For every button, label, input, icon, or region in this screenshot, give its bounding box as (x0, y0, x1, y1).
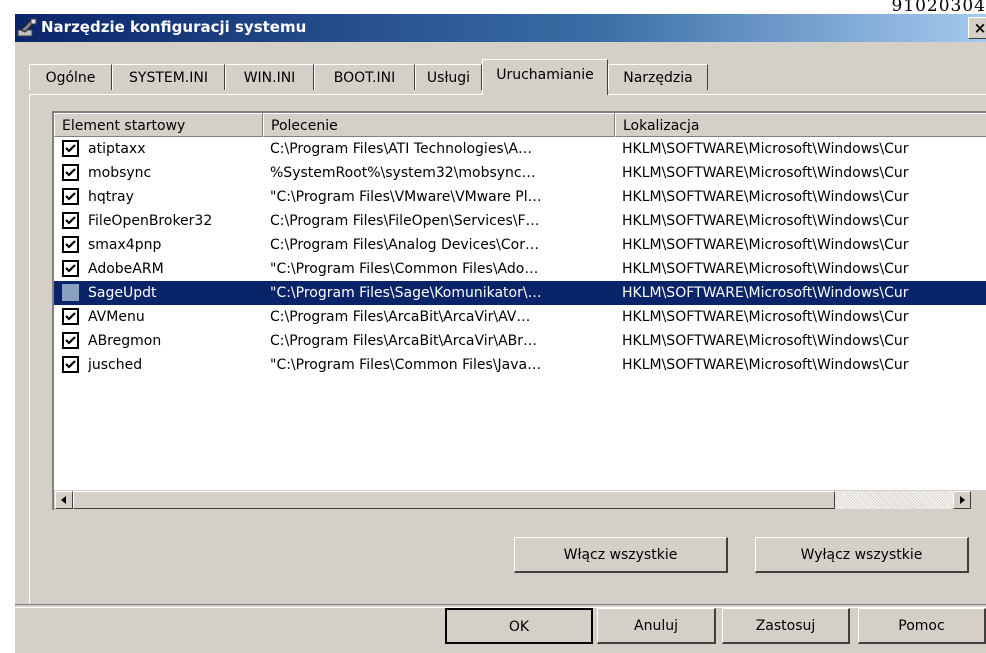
tab-startup[interactable]: Uruchamianie (482, 59, 608, 95)
startup-checkbox[interactable] (62, 140, 79, 157)
arrow-right-icon (960, 496, 965, 504)
scroll-left-button[interactable] (55, 491, 73, 509)
startup-checkbox[interactable] (62, 332, 79, 349)
cancel-button[interactable]: Anuluj (597, 608, 716, 644)
cell-startup-item: AVMenu (88, 309, 145, 325)
cell-startup-item: AdobeARM (88, 261, 164, 277)
enable-all-button[interactable]: Włącz wszystkie (514, 537, 728, 573)
tab-system-ini[interactable]: SYSTEM.INI (112, 64, 225, 90)
table-row[interactable]: AVMenu C:\Program Files\ArcaBit\ArcaVir\… (54, 305, 986, 329)
cell-location: HKLM\SOFTWARE\Microsoft\Windows\Cur (622, 165, 909, 181)
tab-tools[interactable]: Narzędzia (608, 64, 708, 90)
close-button[interactable]: × (968, 17, 986, 39)
cell-location: HKLM\SOFTWARE\Microsoft\Windows\Cur (622, 357, 909, 373)
startup-checkbox[interactable] (62, 260, 79, 277)
window-title: Narzędzie konfiguracji systemu (41, 18, 307, 36)
table-row[interactable]: mobsync %SystemRoot%\system32\mobsync… H… (54, 161, 986, 185)
help-button[interactable]: Pomoc (858, 608, 986, 644)
cell-location: HKLM\SOFTWARE\Microsoft\Windows\Cur (622, 189, 909, 205)
table-row[interactable]: jusched "C:\Program Files\Common Files\J… (54, 353, 986, 377)
cell-location: HKLM\SOFTWARE\Microsoft\Windows\Cur (622, 237, 909, 253)
cell-location: HKLM\SOFTWARE\Microsoft\Windows\Cur (622, 333, 909, 349)
startup-checkbox[interactable] (62, 164, 79, 181)
column-header-startup-item[interactable]: Element startowy (54, 113, 263, 137)
table-row[interactable]: ABregmon C:\Program Files\ArcaBit\ArcaVi… (54, 329, 986, 353)
app-icon (17, 18, 39, 38)
table-row[interactable]: atiptaxx C:\Program Files\ATI Technologi… (54, 137, 986, 161)
arrow-left-icon (61, 496, 66, 504)
cell-command: C:\Program Files\ArcaBit\ArcaVir\ABr… (270, 333, 538, 349)
column-header-command[interactable]: Polecenie (263, 113, 615, 137)
cell-location: HKLM\SOFTWARE\Microsoft\Windows\Cur (622, 141, 909, 157)
cell-startup-item: SageUpdt (88, 285, 157, 301)
apply-button[interactable]: Zastosuj (722, 608, 850, 644)
cell-startup-item: smax4pnp (88, 237, 162, 253)
cell-startup-item: FileOpenBroker32 (88, 213, 213, 229)
cell-command: "C:\Program Files\Sage\Komunikator\… (270, 285, 542, 301)
disable-all-button[interactable]: Wyłącz wszystkie (755, 537, 969, 573)
cell-command: "C:\Program Files\Common Files\Ado… (270, 261, 539, 277)
cell-startup-item: ABregmon (88, 333, 162, 349)
cell-command: C:\Program Files\Analog Devices\Cor… (270, 237, 539, 253)
column-header-location[interactable]: Lokalizacja (615, 113, 986, 137)
startup-checkbox[interactable] (62, 308, 79, 325)
cell-command: "C:\Program Files\VMware\VMware Pl… (270, 189, 542, 205)
tab-services[interactable]: Usługi (415, 64, 482, 90)
cell-command: C:\Program Files\FileOpen\Services\F… (270, 213, 540, 229)
horizontal-scrollbar[interactable] (54, 490, 986, 510)
table-row-selected[interactable]: SageUpdt "C:\Program Files\Sage\Komunika… (54, 281, 986, 305)
table-row[interactable]: AdobeARM "C:\Program Files\Common Files\… (54, 257, 986, 281)
table-row[interactable]: FileOpenBroker32 C:\Program Files\FileOp… (54, 209, 986, 233)
cell-startup-item: mobsync (88, 165, 152, 181)
scroll-thumb[interactable] (73, 491, 835, 509)
cell-command: C:\Program Files\ArcaBit\ArcaVir\AV… (270, 309, 531, 325)
cell-startup-item: jusched (88, 357, 143, 373)
cell-command: C:\Program Files\ATI Technologies\A… (270, 141, 533, 157)
tab-boot-ini[interactable]: BOOT.INI (314, 64, 415, 90)
cell-location: HKLM\SOFTWARE\Microsoft\Windows\Cur (622, 285, 909, 301)
cell-startup-item: atiptaxx (88, 141, 146, 157)
scroll-track[interactable] (835, 491, 953, 509)
title-bar[interactable]: Narzędzie konfiguracji systemu × (15, 14, 986, 42)
startup-checkbox[interactable] (62, 284, 79, 301)
table-row[interactable]: smax4pnp C:\Program Files\Analog Devices… (54, 233, 986, 257)
scroll-right-button[interactable] (953, 491, 971, 509)
cell-command: "C:\Program Files\Common Files\Java… (270, 357, 542, 373)
startup-checkbox[interactable] (62, 356, 79, 373)
startup-checkbox[interactable] (62, 188, 79, 205)
tab-general[interactable]: Ogólne (29, 64, 112, 90)
cell-location: HKLM\SOFTWARE\Microsoft\Windows\Cur (622, 309, 909, 325)
list-header: Element startowy Polecenie Lokalizacja (54, 113, 986, 137)
corner-text: 91020304 (891, 0, 986, 12)
table-row[interactable]: hqtray "C:\Program Files\VMware\VMware P… (54, 185, 986, 209)
startup-checkbox[interactable] (62, 212, 79, 229)
cell-startup-item: hqtray (88, 189, 134, 205)
startup-list[interactable]: Element startowy Polecenie Lokalizacja a… (52, 111, 986, 510)
cell-location: HKLM\SOFTWARE\Microsoft\Windows\Cur (622, 213, 909, 229)
cell-command: %SystemRoot%\system32\mobsync… (270, 165, 536, 181)
ok-button[interactable]: OK (445, 608, 593, 644)
tab-win-ini[interactable]: WIN.INI (225, 64, 314, 90)
startup-checkbox[interactable] (62, 236, 79, 253)
system-config-window: Narzędzie konfiguracji systemu × Ogólne … (15, 14, 986, 653)
cell-location: HKLM\SOFTWARE\Microsoft\Windows\Cur (622, 261, 909, 277)
